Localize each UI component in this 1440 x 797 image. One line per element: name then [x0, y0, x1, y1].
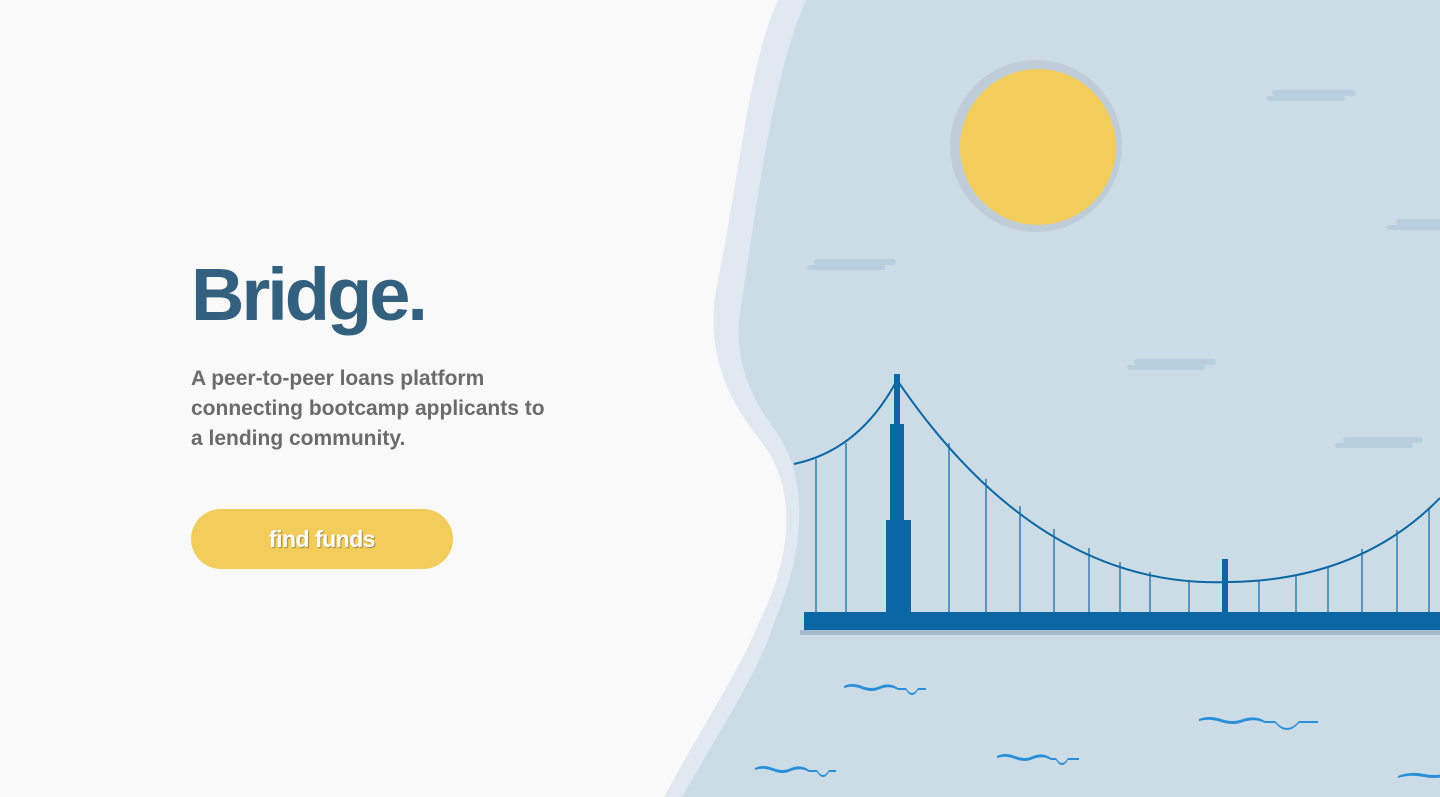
cloud-icon [807, 265, 885, 270]
bridge-post [1222, 559, 1228, 614]
hero-content: Bridge. A peer-to-peer loans platform co… [191, 250, 611, 454]
cloud-icon [1267, 96, 1345, 101]
cloud-icon [1396, 219, 1440, 225]
cloud-icon [1387, 225, 1440, 230]
cloud-icon [1272, 90, 1356, 96]
bridge-deck-shadow [800, 630, 1440, 635]
find-funds-button[interactable]: find funds [191, 509, 453, 569]
cloud-icon [1343, 437, 1423, 443]
tagline: A peer-to-peer loans platform connecting… [191, 367, 545, 450]
cloud-icon [814, 259, 896, 265]
bridge-tower [894, 374, 900, 426]
bridge-deck [804, 612, 1440, 630]
sun-icon [960, 69, 1116, 225]
landing-page: Bridge. A peer-to-peer loans platform co… [0, 0, 1440, 797]
brand-title: Bridge. [191, 253, 428, 336]
cloud-icon [1127, 365, 1205, 370]
cloud-icon [1335, 443, 1413, 448]
cloud-icon [1134, 359, 1216, 365]
bridge-tower [890, 424, 904, 522]
